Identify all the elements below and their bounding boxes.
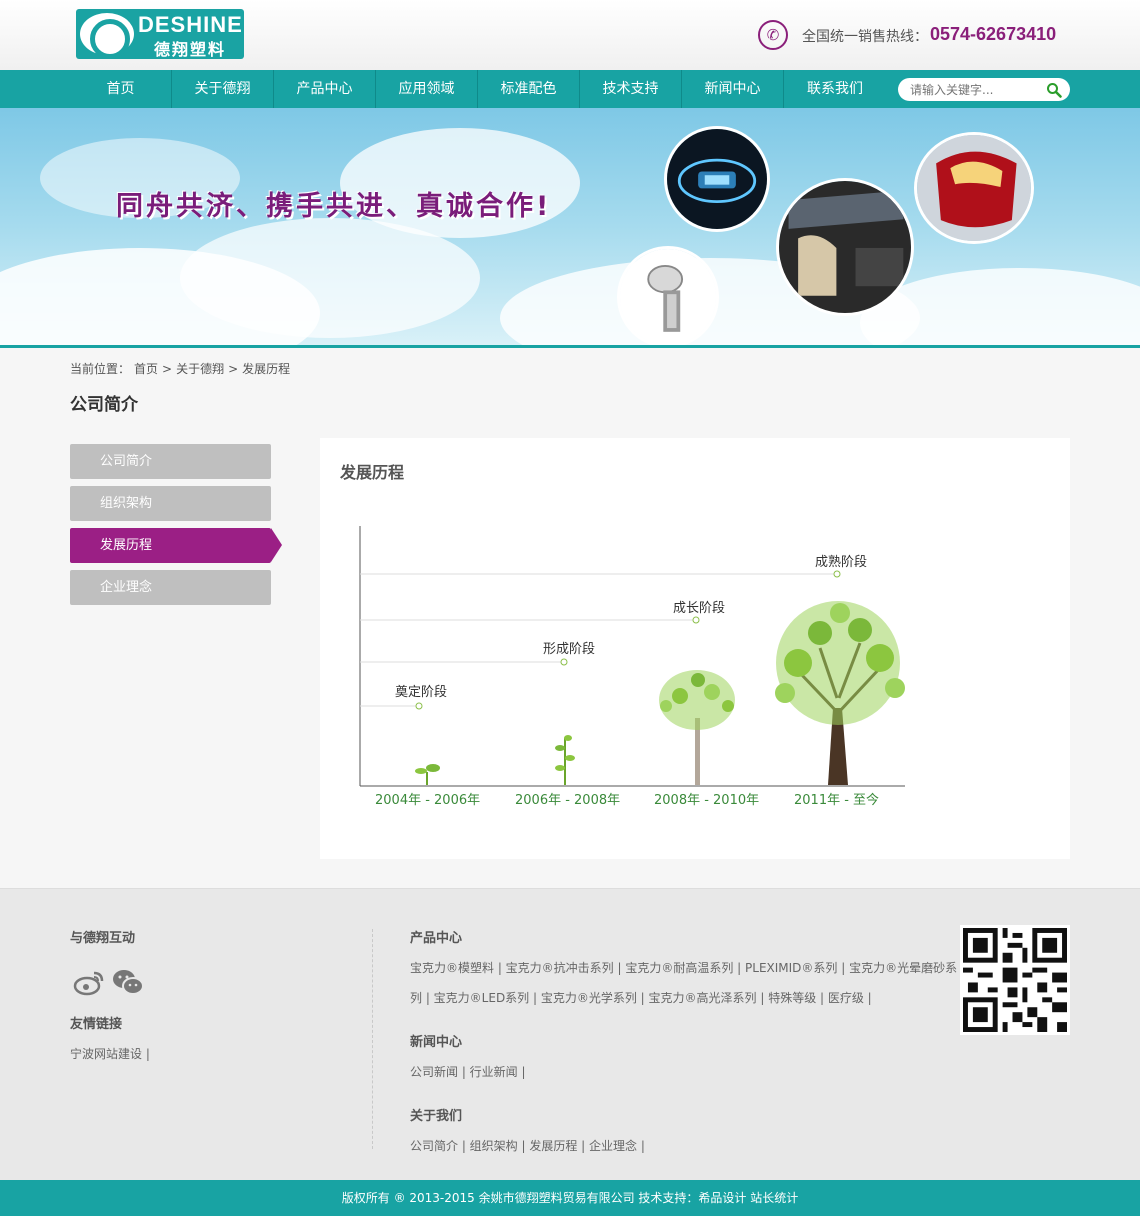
search-input[interactable] (910, 81, 1040, 98)
young-tree-icon (659, 670, 735, 785)
nav-item-contact[interactable]: 联系我们 (784, 70, 886, 108)
footer-divider (372, 929, 373, 1149)
stage-marker (415, 702, 423, 710)
period-label: 2006年 - 2008年 (515, 793, 620, 808)
mature-tree-icon (775, 601, 905, 785)
breadcrumb-prefix: 当前位置： (70, 362, 131, 376)
stage-label: 奠定阶段 (395, 684, 447, 700)
side-item-philosophy[interactable]: 企业理念 (70, 570, 271, 605)
footer-products-links-2[interactable]: 列 | 宝克力®LED系列 | 宝克力®光学系列 | 宝克力®高光泽系列 | 特… (410, 983, 872, 1013)
footer-products-title: 产品中心 (410, 931, 463, 946)
breadcrumb-item-current[interactable]: 发展历程 (242, 362, 290, 376)
side-item-history[interactable]: 发展历程 (70, 528, 282, 563)
breadcrumb-separator: > (162, 362, 173, 376)
wechat-icon[interactable] (111, 967, 145, 997)
footer: 与德翔互动 友情链接 宁波网站建设 | 产品中心 宝克力®模塑料 | 宝克力®抗… (0, 888, 1140, 1180)
nav-item-products[interactable]: 产品中心 (274, 70, 376, 108)
phone-icon: ✆ (758, 20, 788, 50)
nav-item-colors[interactable]: 标准配色 (478, 70, 580, 108)
search-box (898, 78, 1070, 101)
history-timeline: 奠定阶段 形成阶段 成长阶段 成熟阶段 2004年 - 2006年 2006年 … (359, 526, 905, 808)
breadcrumb: 当前位置： 首页 > 关于德翔 > 发展历程 (70, 360, 294, 377)
hotline-number: 0574-62673410 (930, 24, 1057, 44)
nav-item-news[interactable]: 新闻中心 (682, 70, 784, 108)
logo-mark-icon (80, 13, 134, 59)
footer-friend-links-title: 友情链接 (70, 1017, 123, 1032)
side-menu: 公司简介 组织架构 发展历程 企业理念 (70, 444, 282, 612)
footer-news-title: 新闻中心 (410, 1035, 463, 1050)
banner: 同舟共济、携手共进、真诚合作! (0, 108, 1140, 345)
side-item-organization[interactable]: 组织架构 (70, 486, 271, 521)
lamp-image (617, 246, 719, 345)
taillight-image (914, 132, 1034, 244)
logo[interactable]: DESHINE 德翔塑料 (76, 9, 244, 59)
banner-divider (0, 345, 1140, 348)
weibo-icon[interactable] (72, 967, 106, 997)
nav-item-about[interactable]: 关于德翔 (172, 70, 274, 108)
stage-marker (833, 570, 841, 578)
breadcrumb-item-home[interactable]: 首页 (134, 362, 158, 376)
dashboard-image (664, 126, 770, 232)
footer-about-title: 关于我们 (410, 1109, 463, 1124)
header: DESHINE 德翔塑料 ✆ 全国统一销售热线： 0574-62673410 (0, 0, 1140, 70)
nav-item-applications[interactable]: 应用领域 (376, 70, 478, 108)
footer-friend-links[interactable]: 宁波网站建设 | (70, 1039, 150, 1069)
car-interior-image (776, 178, 914, 316)
stage-label: 成长阶段 (673, 601, 725, 616)
banner-slogan: 同舟共济、携手共进、真诚合作! (116, 191, 552, 222)
search-icon[interactable] (1046, 82, 1062, 98)
side-item-profile[interactable]: 公司简介 (70, 444, 271, 479)
content-panel: 发展历程 奠定阶段 形成阶段 成长阶段 成熟阶段 2004年 - 2006年 2… (320, 438, 1070, 859)
footer-news-links[interactable]: 公司新闻 | 行业新闻 | (410, 1057, 526, 1087)
hotline-label: 全国统一销售热线： (802, 29, 928, 45)
stage-label: 成熟阶段 (815, 554, 867, 570)
period-label: 2008年 - 2010年 (654, 793, 759, 808)
nav-item-support[interactable]: 技术支持 (580, 70, 682, 108)
logo-text-cn: 德翔塑料 (154, 40, 227, 59)
page-title: 公司简介 (70, 395, 138, 415)
footer-products-links-1[interactable]: 宝克力®模塑料 | 宝克力®抗冲击系列 | 宝克力®耐高温系列 | PLEXIM… (410, 953, 957, 983)
copyright-bar: 版权所有 ® 2013-2015 余姚市德翔塑料贸易有限公司 技术支持：希品设计… (0, 1180, 1140, 1216)
stage-label: 形成阶段 (543, 642, 595, 657)
footer-about-links[interactable]: 公司简介 | 组织架构 | 发展历程 | 企业理念 | (410, 1131, 645, 1161)
period-label: 2011年 - 至今 (794, 792, 879, 808)
footer-interact-title: 与德翔互动 (70, 931, 136, 946)
stage-marker (692, 616, 700, 624)
logo-text-en: DESHINE (138, 12, 243, 37)
qr-code (960, 925, 1070, 1035)
main-nav: 首页 关于德翔 产品中心 应用领域 标准配色 技术支持 新闻中心 联系我们 (0, 70, 1140, 108)
breadcrumb-separator: > (228, 362, 239, 376)
stage-marker (560, 658, 568, 666)
sapling-icon (555, 735, 575, 785)
qr-code-icon (963, 928, 1067, 1032)
sprout-icon (415, 764, 440, 785)
breadcrumb-item-about[interactable]: 关于德翔 (176, 362, 224, 376)
period-label: 2004年 - 2006年 (375, 793, 480, 808)
nav-item-home[interactable]: 首页 (70, 70, 172, 108)
